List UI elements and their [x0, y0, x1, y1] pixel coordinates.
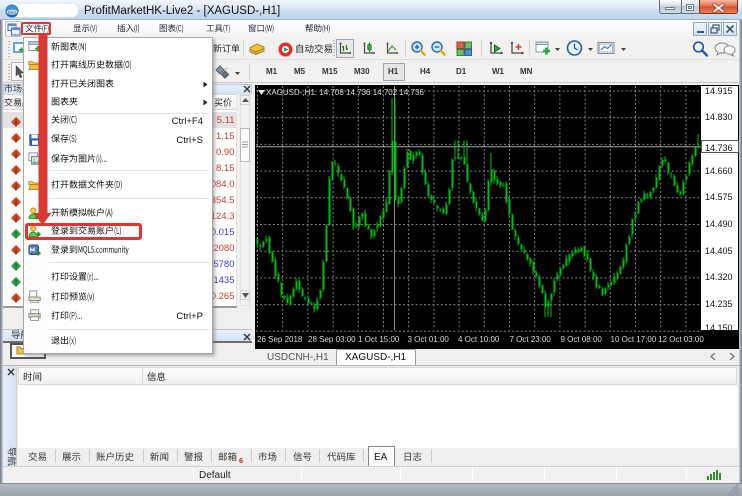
svg-text:PRO: PRO	[8, 10, 17, 15]
